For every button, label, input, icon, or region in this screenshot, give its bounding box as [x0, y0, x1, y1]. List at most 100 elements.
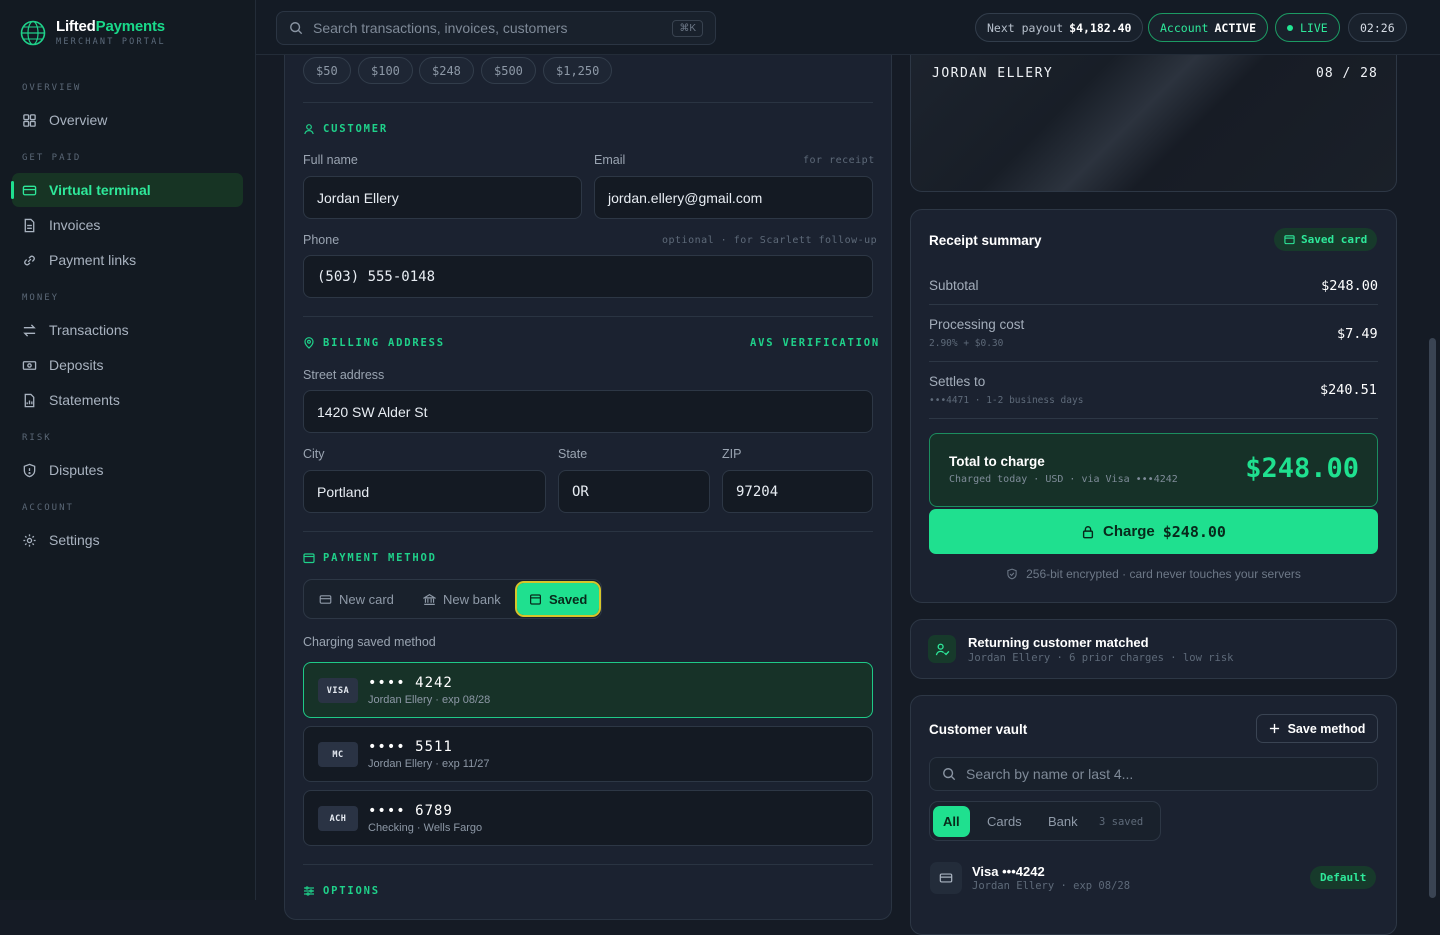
nav-section-overview: OVERVIEW: [22, 83, 82, 93]
saved-method-mastercard[interactable]: MC •••• 5511 Jordan Ellery · exp 11/27: [303, 726, 873, 782]
subtotal-row: Subtotal $248.00: [929, 278, 1378, 294]
street-field[interactable]: 1420 SW Alder St: [303, 390, 873, 433]
ach-brand-tag: ACH: [318, 806, 358, 831]
sidebar-item-settings[interactable]: Settings: [12, 523, 243, 557]
total-subtitle: Charged today · USD · via Visa •••4242: [949, 474, 1178, 485]
sidebar-item-deposits[interactable]: Deposits: [12, 348, 243, 382]
phone-label: Phone: [303, 233, 340, 247]
wallet-icon: [530, 593, 541, 605]
vault-item-subtitle: Jordan Ellery · exp 08/28: [972, 880, 1131, 892]
city-field[interactable]: Portland: [303, 470, 546, 513]
card-number: •••• 5511: [368, 739, 453, 755]
mc-brand-tag: MC: [318, 742, 358, 767]
card-number: •••• 4242: [368, 675, 453, 691]
sidebar-item-label: Deposits: [49, 357, 104, 373]
security-note: 256-bit encrypted · card never touches y…: [929, 567, 1378, 581]
total-amount: $248.00: [1245, 453, 1359, 484]
amount-chip[interactable]: $248: [419, 57, 474, 84]
card-subtitle: Checking · Wells Fargo: [368, 822, 483, 834]
global-search-input[interactable]: Search transactions, invoices, customers…: [276, 11, 716, 45]
save-method-button[interactable]: Save method: [1256, 714, 1378, 743]
sidebar-item-invoices[interactable]: Invoices: [12, 208, 243, 242]
amount-chip[interactable]: $100: [358, 57, 413, 84]
sidebar-item-overview[interactable]: Overview: [12, 103, 243, 137]
full-name-field[interactable]: Jordan Ellery: [303, 176, 582, 219]
sidebar-item-label: Invoices: [49, 217, 101, 233]
street-label: Street address: [303, 368, 385, 382]
saved-count: 3 saved: [1099, 815, 1144, 828]
shield-icon: [23, 463, 36, 477]
sidebar-item-label: Virtual terminal: [49, 182, 151, 198]
city-label: City: [303, 447, 325, 461]
brand-name: LiftedPayments: [56, 18, 165, 35]
brand[interactable]: LiftedPayments MERCHANT PORTAL: [20, 18, 166, 47]
state-field[interactable]: OR: [558, 470, 710, 513]
options-heading: OPTIONS: [303, 885, 380, 897]
divider: [929, 418, 1378, 419]
settles-value: $240.51: [1320, 382, 1377, 398]
location-pin-icon: [304, 337, 314, 349]
shortcut-hint: ⌘K: [672, 19, 703, 37]
globe-logo-icon: [20, 20, 46, 45]
search-icon: [290, 22, 303, 35]
amount-chip[interactable]: $1,250: [543, 57, 613, 84]
sidebar-item-disputes[interactable]: Disputes: [12, 453, 243, 487]
amount-chip[interactable]: $500: [481, 57, 536, 84]
account-status-pill[interactable]: Account ACTIVE: [1148, 13, 1269, 42]
tab-new-card[interactable]: New card: [307, 583, 406, 615]
next-payout-pill[interactable]: Next payout $4,182.40: [975, 13, 1144, 42]
zip-field[interactable]: 97204: [722, 470, 873, 513]
email-field[interactable]: jordan.ellery@gmail.com: [594, 176, 873, 219]
live-dot: [1287, 24, 1293, 31]
sidebar-item-transactions[interactable]: Transactions: [12, 313, 243, 347]
sidebar-item-payment-links[interactable]: Payment links: [12, 243, 243, 277]
sidebar-item-label: Payment links: [49, 252, 137, 268]
tab-new-bank[interactable]: New bank: [411, 583, 513, 615]
match-subtitle: Jordan Ellery · 6 prior charges · low ri…: [968, 652, 1234, 664]
payment-method-toggle: New card New bank Saved: [303, 579, 602, 619]
saved-method-ach[interactable]: ACH •••• 6789 Checking · Wells Fargo: [303, 790, 873, 846]
amount-chip[interactable]: $50: [303, 57, 351, 84]
tab-all[interactable]: All: [933, 806, 970, 837]
phone-field[interactable]: (503) 555-0148: [303, 255, 873, 298]
card-icon: [319, 594, 332, 604]
grid-icon: [23, 113, 36, 127]
card-icon: [930, 862, 962, 894]
sliders-icon: [304, 886, 314, 896]
email-label: Email: [594, 153, 626, 167]
vault-item-name[interactable]: Visa •••4242: [972, 864, 1045, 879]
live-mode-pill[interactable]: LIVE: [1275, 13, 1340, 42]
bank-icon: [423, 593, 436, 605]
sidebar-item-statements[interactable]: Statements: [12, 383, 243, 417]
divider: [303, 864, 873, 865]
scrollbar-thumb[interactable]: [1429, 338, 1436, 898]
charge-button[interactable]: Charge $248.00: [929, 509, 1378, 554]
divider: [303, 531, 873, 532]
avs-verification-label: AVS VERIFICATION: [750, 337, 880, 349]
brand-subtitle: MERCHANT PORTAL: [56, 37, 166, 47]
state-label: State: [558, 447, 588, 461]
saved-card-badge: Saved card: [1274, 228, 1378, 251]
tab-saved[interactable]: Saved: [514, 581, 602, 617]
document-icon: [24, 218, 35, 232]
tab-cards[interactable]: Cards: [977, 806, 1032, 837]
wallet-icon: [1284, 235, 1295, 245]
vault-title: Customer vault: [929, 722, 1028, 737]
vault-search-input[interactable]: Search by name or last 4...: [929, 757, 1378, 791]
total-to-charge-box: Total to charge Charged today · USD · vi…: [929, 433, 1378, 507]
divider: [303, 102, 873, 103]
topbar: Search transactions, invoices, customers…: [256, 0, 1440, 55]
settlement-account: •••4471 · 1-2 business days: [929, 395, 1084, 406]
divider: [929, 304, 1378, 305]
card-subtitle: Jordan Ellery · exp 08/28: [368, 694, 491, 706]
gear-icon: [23, 533, 36, 547]
nav-section-risk: RISK: [22, 433, 52, 443]
sidebar-item-virtual-terminal[interactable]: Virtual terminal: [11, 173, 243, 207]
saved-method-visa[interactable]: VISA •••• 4242 Jordan Ellery · exp 08/28: [303, 662, 873, 718]
customer-section-heading: CUSTOMER: [303, 123, 388, 135]
charging-saved-label: Charging saved method: [303, 635, 436, 649]
tab-bank[interactable]: Bank: [1038, 806, 1088, 837]
bank-note-icon: [22, 360, 37, 370]
subtotal-value: $248.00: [1321, 278, 1378, 294]
receipt-title: Receipt summary: [929, 233, 1042, 248]
